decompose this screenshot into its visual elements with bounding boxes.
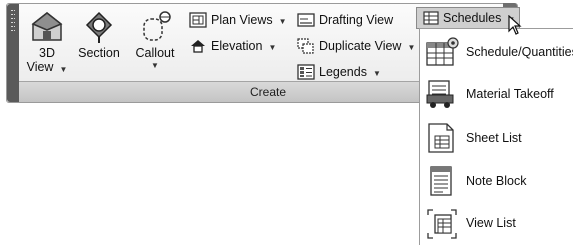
drafting-view-button[interactable]: Drafting View — [297, 10, 393, 30]
callout-chevron-down-icon[interactable]: ▼ — [129, 61, 181, 70]
menu-item-label: Note Block — [466, 174, 527, 188]
plan-views-button[interactable]: Plan Views ▼ — [189, 10, 287, 30]
callout-label: Callout — [135, 46, 175, 60]
duplicate-view-label: Duplicate View — [319, 39, 402, 53]
legends-icon — [297, 64, 315, 80]
section-button[interactable]: Section — [73, 10, 125, 76]
menu-item-label: Material Takeoff — [466, 87, 554, 101]
material-takeoff-icon — [424, 78, 460, 110]
house-3d-icon — [31, 12, 63, 41]
elevation-icon — [191, 40, 205, 53]
note-block-icon — [424, 165, 460, 197]
menu-item-schedule-quantities[interactable]: Schedule/Quantities — [420, 33, 573, 71]
schedule-table-icon — [423, 11, 439, 25]
duplicate-view-icon — [297, 38, 314, 54]
3d-view-button[interactable]: 3D View ▼ — [25, 10, 69, 76]
mouse-pointer-icon — [508, 15, 522, 35]
menu-item-label: View List — [466, 216, 516, 230]
callout-button[interactable]: Callout ▼ — [129, 10, 181, 76]
schedules-label: Schedules — [443, 11, 502, 25]
section-label: Section — [78, 46, 120, 60]
callout-icon — [143, 11, 171, 41]
schedule-quantities-icon — [424, 36, 460, 68]
3d-view-label-line2: View ▼ — [25, 60, 69, 76]
menu-item-material-takeoff[interactable]: Material Takeoff — [420, 75, 573, 113]
menu-item-label: Schedule/Quantities — [466, 45, 573, 59]
menu-item-sheet-list[interactable]: Sheet List — [420, 119, 573, 157]
legends-button[interactable]: Legends ▼ — [297, 62, 381, 82]
schedules-dropdown-menu: Schedule/Quantities Material Takeoff She… — [419, 28, 573, 245]
elevation-chevron-down-icon[interactable]: ▼ — [268, 43, 276, 52]
elevation-button[interactable]: Elevation ▼ — [189, 36, 276, 56]
drafting-view-label: Drafting View — [319, 13, 394, 27]
plan-views-label: Plan Views — [211, 13, 273, 27]
schedules-button[interactable]: Schedules ▼ — [416, 7, 520, 29]
panel-title: Create — [249, 85, 287, 99]
duplicate-view-button[interactable]: Duplicate View ▼ — [297, 36, 415, 56]
elevation-label: Elevation — [211, 39, 263, 53]
panel-grip-handle[interactable] — [7, 4, 19, 102]
duplicate-view-chevron-down-icon[interactable]: ▼ — [407, 43, 415, 52]
view-list-icon — [424, 207, 460, 239]
chevron-down-icon[interactable]: ▼ — [59, 63, 67, 77]
drafting-view-icon — [297, 13, 315, 27]
section-marker-icon — [85, 11, 113, 43]
menu-item-label: Sheet List — [466, 131, 522, 145]
3d-view-label-line1: 3D — [39, 46, 55, 60]
legends-label: Legends — [319, 65, 367, 79]
plan-views-chevron-down-icon[interactable]: ▼ — [279, 17, 287, 26]
menu-item-note-block[interactable]: Note Block — [420, 162, 573, 200]
legends-chevron-down-icon[interactable]: ▼ — [373, 69, 381, 78]
sheet-list-icon — [424, 122, 460, 154]
plan-view-icon — [189, 12, 207, 28]
menu-item-view-list[interactable]: View List — [420, 204, 573, 242]
